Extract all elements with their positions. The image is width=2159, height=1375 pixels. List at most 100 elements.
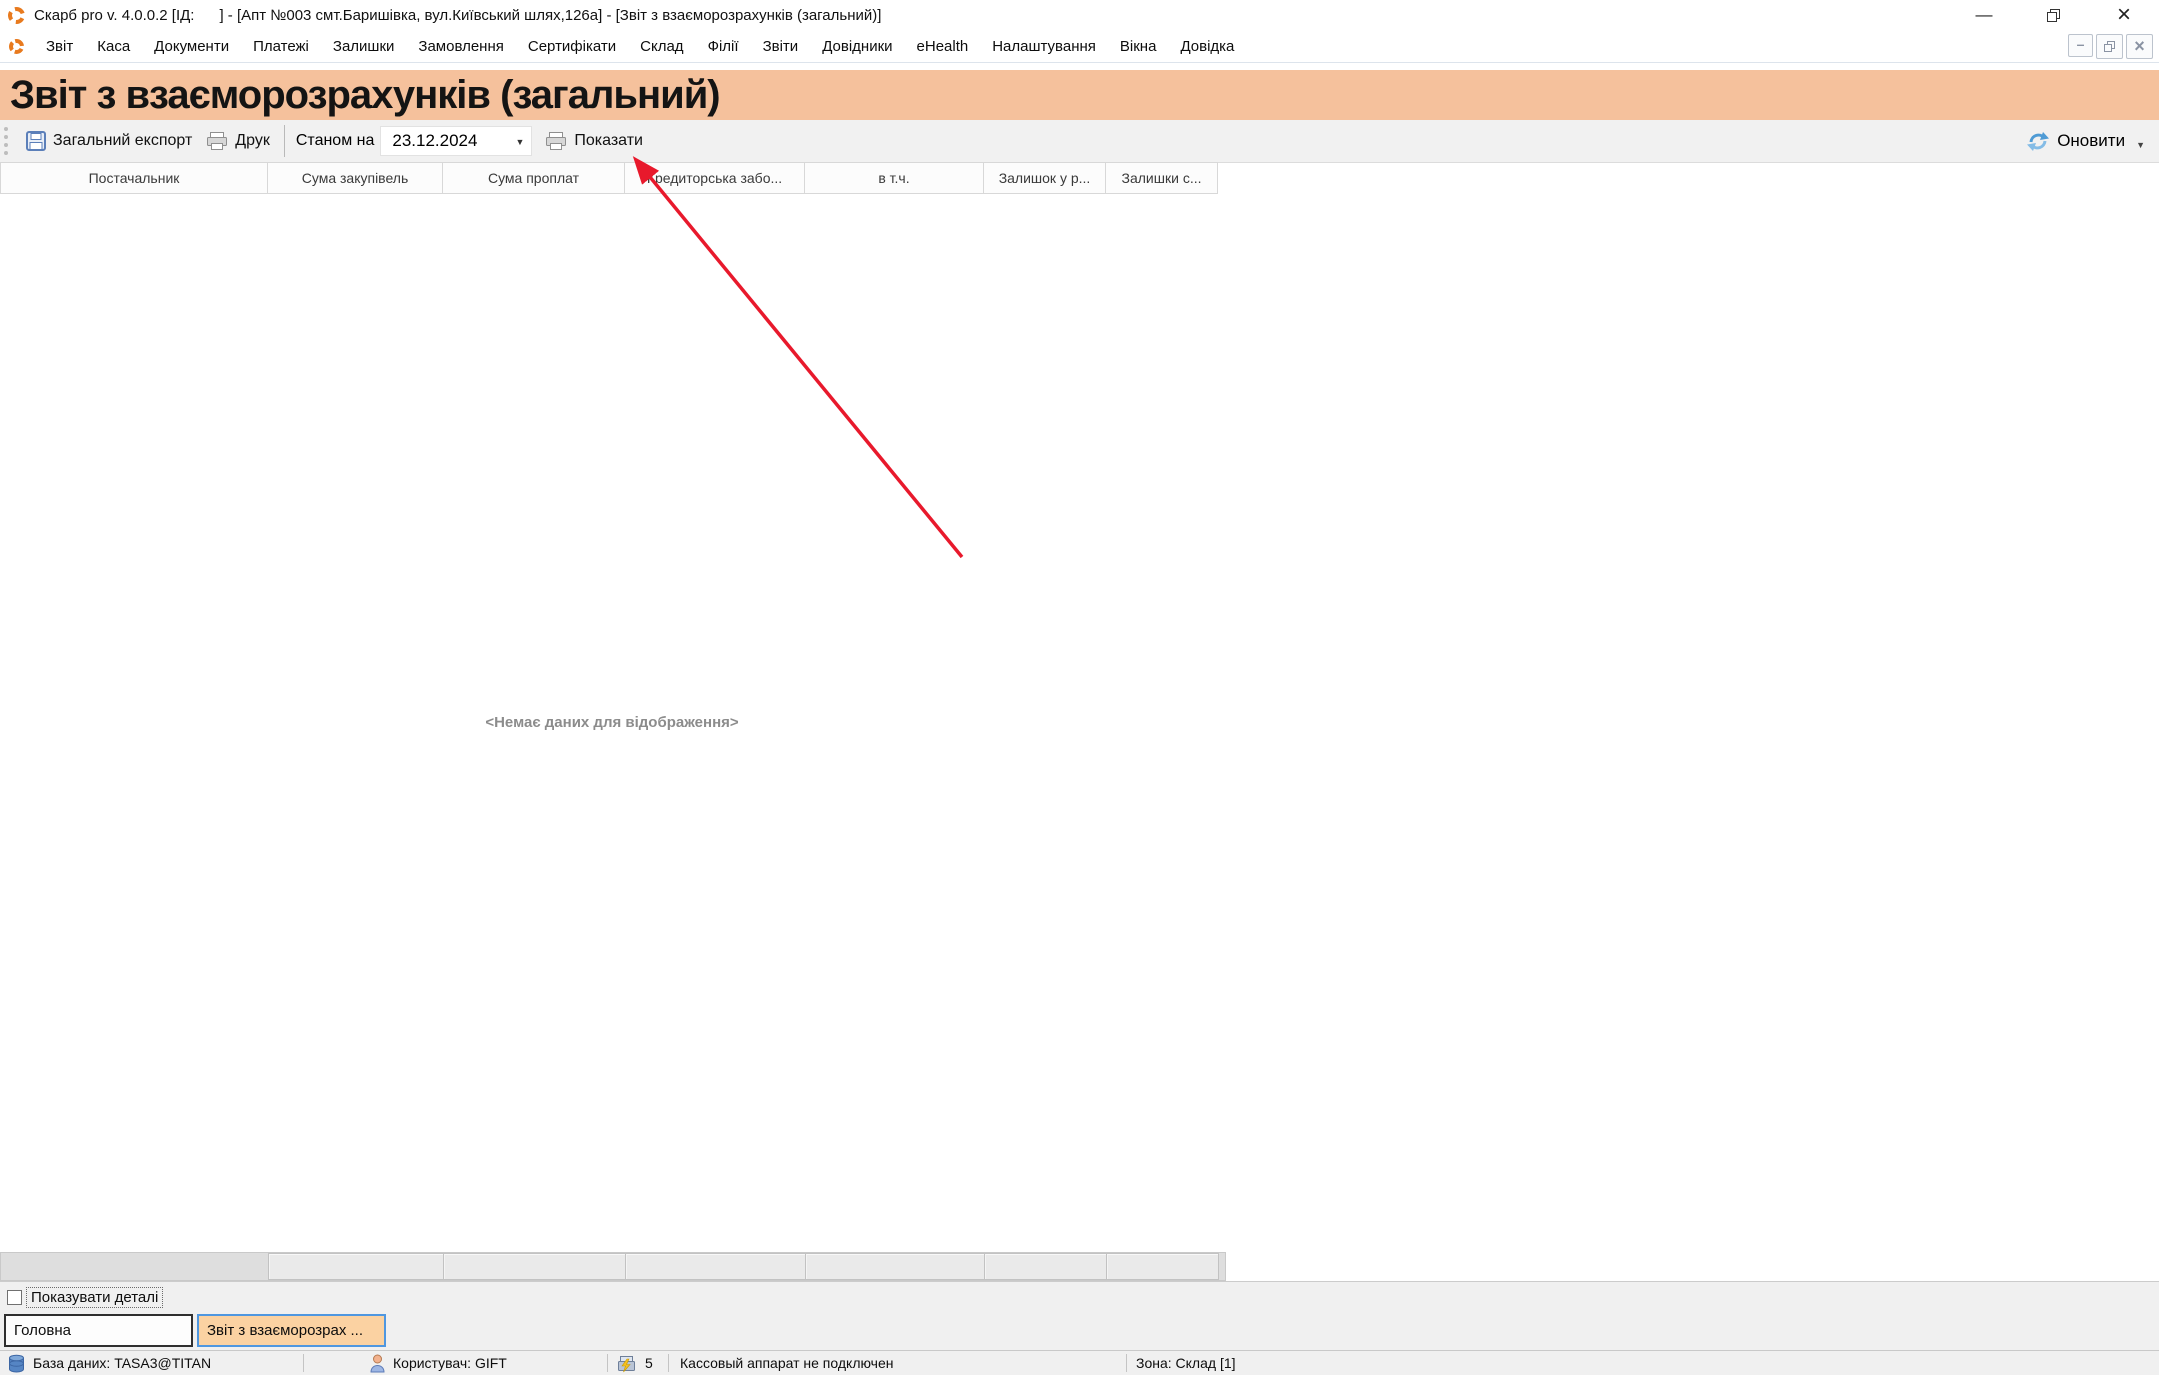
menu-item-dokumenty[interactable]: Документи [142, 31, 241, 62]
column-header-supplier[interactable]: Постачальник [0, 162, 268, 194]
grid-column-headers: Постачальник Сума закупівель Сума пропла… [0, 162, 1218, 194]
zone-status: Зона: Склад [1] [1136, 1351, 1236, 1375]
menu-item-zvity[interactable]: Звіти [751, 31, 811, 62]
date-dropdown-caret-icon[interactable]: ▼ [515, 137, 524, 147]
column-header-including[interactable]: в т.ч. [804, 162, 984, 194]
cash-register-icon [616, 1354, 637, 1373]
toolbar-grip[interactable] [4, 127, 13, 155]
column-header-creditor-debt[interactable]: Кредиторська забо... [624, 162, 805, 194]
column-header-purchase-sum[interactable]: Сума закупівель [267, 162, 443, 194]
menu-items: Звіт Каса Документи Платежі Залишки Замо… [34, 31, 1246, 62]
restore-icon [2047, 9, 2061, 22]
cash-register-count: 5 [616, 1351, 653, 1375]
as-of-date-input[interactable]: 23.12.2024 ▼ [380, 126, 532, 156]
footer-cell [805, 1253, 985, 1280]
app-window: Скарб pro v. 4.0.0.2 [ІД: ] - [Апт №003 … [0, 0, 2159, 1375]
column-header-payments-sum[interactable]: Сума проплат [442, 162, 625, 194]
menu-item-zalyshky[interactable]: Залишки [321, 31, 407, 62]
annotation-arrow [0, 0, 2159, 1375]
show-printer-icon [545, 131, 567, 151]
print-label: Друк [235, 132, 270, 150]
details-row: Показувати деталі [0, 1281, 2159, 1312]
user-icon [370, 1354, 385, 1373]
general-export-button[interactable]: Загальний експорт [19, 124, 199, 158]
title-bar: Скарб pro v. 4.0.0.2 [ІД: ] - [Апт №003 … [0, 0, 2159, 30]
window-title: Скарб pro v. 4.0.0.2 [ІД: ] - [Апт №003 … [34, 7, 881, 24]
page-title: Звіт з взаєморозрахунків (загальний) [0, 73, 720, 118]
menu-item-sertyfikaty[interactable]: Сертифікати [516, 31, 628, 62]
footer-cell [443, 1253, 626, 1280]
cash-register-count-value: 5 [645, 1355, 653, 1371]
mdi-minimize-icon: – [2077, 36, 2085, 52]
user-status-text: Користувач: GIFT [393, 1355, 507, 1371]
close-button[interactable]: × [2089, 0, 2159, 30]
mdi-close-icon: × [2134, 36, 2145, 57]
refresh-label: Оновити [2057, 131, 2125, 151]
mdi-restore-icon [2104, 41, 2116, 52]
footer-cell [625, 1253, 806, 1280]
menu-item-vikna[interactable]: Вікна [1108, 31, 1169, 62]
show-button[interactable]: Показати [538, 124, 650, 158]
mdi-child-logo-icon [9, 39, 24, 54]
as-of-date-label: Станом на [292, 132, 381, 150]
export-floppy-icon [26, 131, 46, 151]
menu-item-dovidka[interactable]: Довідка [1168, 31, 1246, 62]
menu-bar: Звіт Каса Документи Платежі Залишки Замо… [0, 30, 2159, 63]
mdi-minimize-button[interactable]: – [2068, 34, 2093, 57]
minimize-button[interactable]: — [1949, 0, 2019, 30]
close-icon: × [2117, 1, 2131, 29]
as-of-date-value: 23.12.2024 [392, 131, 477, 151]
report-header-band: Звіт з взаєморозрахунків (загальний) [0, 70, 2159, 120]
tab-report-active[interactable]: Звіт з взаєморозрах ... [197, 1314, 386, 1347]
status-bar: База даних: TASA3@TITAN Користувач: GIFT… [0, 1350, 2159, 1375]
status-separator [607, 1354, 608, 1372]
menu-item-zvit[interactable]: Звіт [34, 31, 85, 62]
tabs-bar: Головна Звіт з взаєморозрах ... [0, 1312, 2159, 1350]
menu-item-kasa[interactable]: Каса [85, 31, 142, 62]
footer-cell [1, 1253, 269, 1280]
printer-icon [206, 131, 228, 151]
footer-cell [1106, 1253, 1219, 1280]
column-header-balance[interactable]: Залишок у р... [983, 162, 1106, 194]
mdi-restore-button[interactable] [2096, 34, 2123, 59]
show-details-label[interactable]: Показувати деталі [27, 1288, 162, 1307]
menu-item-ehealth[interactable]: eHealth [905, 31, 981, 62]
menu-item-nalashtuvannia[interactable]: Налаштування [980, 31, 1108, 62]
window-controls: — × [1949, 0, 2159, 30]
database-status-text: База даних: TASA3@TITAN [33, 1355, 211, 1371]
database-icon [8, 1354, 25, 1373]
refresh-dropdown-caret-icon[interactable]: ▼ [2136, 140, 2145, 150]
mdi-window-controls: – × [2068, 34, 2153, 59]
footer-cell [984, 1253, 1107, 1280]
footer-cell [268, 1253, 444, 1280]
app-logo-icon [8, 7, 25, 24]
menu-item-dovidnyky[interactable]: Довідники [810, 31, 904, 62]
restore-button[interactable] [2019, 0, 2089, 30]
status-separator [303, 1354, 304, 1372]
refresh-icon [2026, 131, 2050, 152]
tab-home[interactable]: Головна [4, 1314, 193, 1347]
toolbar: Загальний експорт Друк Станом на 23.12.2… [0, 120, 2159, 163]
menu-item-filii[interactable]: Філії [696, 31, 751, 62]
menu-item-zamovlennia[interactable]: Замовлення [406, 31, 515, 62]
show-label: Показати [574, 132, 643, 150]
show-details-checkbox[interactable] [7, 1290, 22, 1305]
zone-status-text: Зона: Склад [1] [1136, 1355, 1236, 1371]
user-status: Користувач: GIFT [370, 1351, 507, 1375]
mdi-close-button[interactable]: × [2126, 34, 2153, 59]
status-separator [1126, 1354, 1127, 1372]
database-status: База даних: TASA3@TITAN [8, 1351, 211, 1375]
menu-item-platezhi[interactable]: Платежі [241, 31, 321, 62]
cash-register-status: Кассовый аппарат не подключен [680, 1351, 894, 1375]
column-header-remainders[interactable]: Залишки с... [1105, 162, 1218, 194]
menu-item-sklad[interactable]: Склад [628, 31, 695, 62]
minimize-icon: — [1976, 5, 1993, 25]
cash-register-status-text: Кассовый аппарат не подключен [680, 1355, 894, 1371]
no-data-message: <Немає даних для відображення> [0, 714, 1224, 731]
grid-footer-strip [0, 1252, 1226, 1281]
general-export-label: Загальний експорт [53, 132, 192, 150]
status-separator [668, 1354, 669, 1372]
refresh-button[interactable]: Оновити ▼ [2026, 131, 2145, 152]
toolbar-separator [284, 125, 285, 157]
print-button[interactable]: Друк [199, 124, 277, 158]
